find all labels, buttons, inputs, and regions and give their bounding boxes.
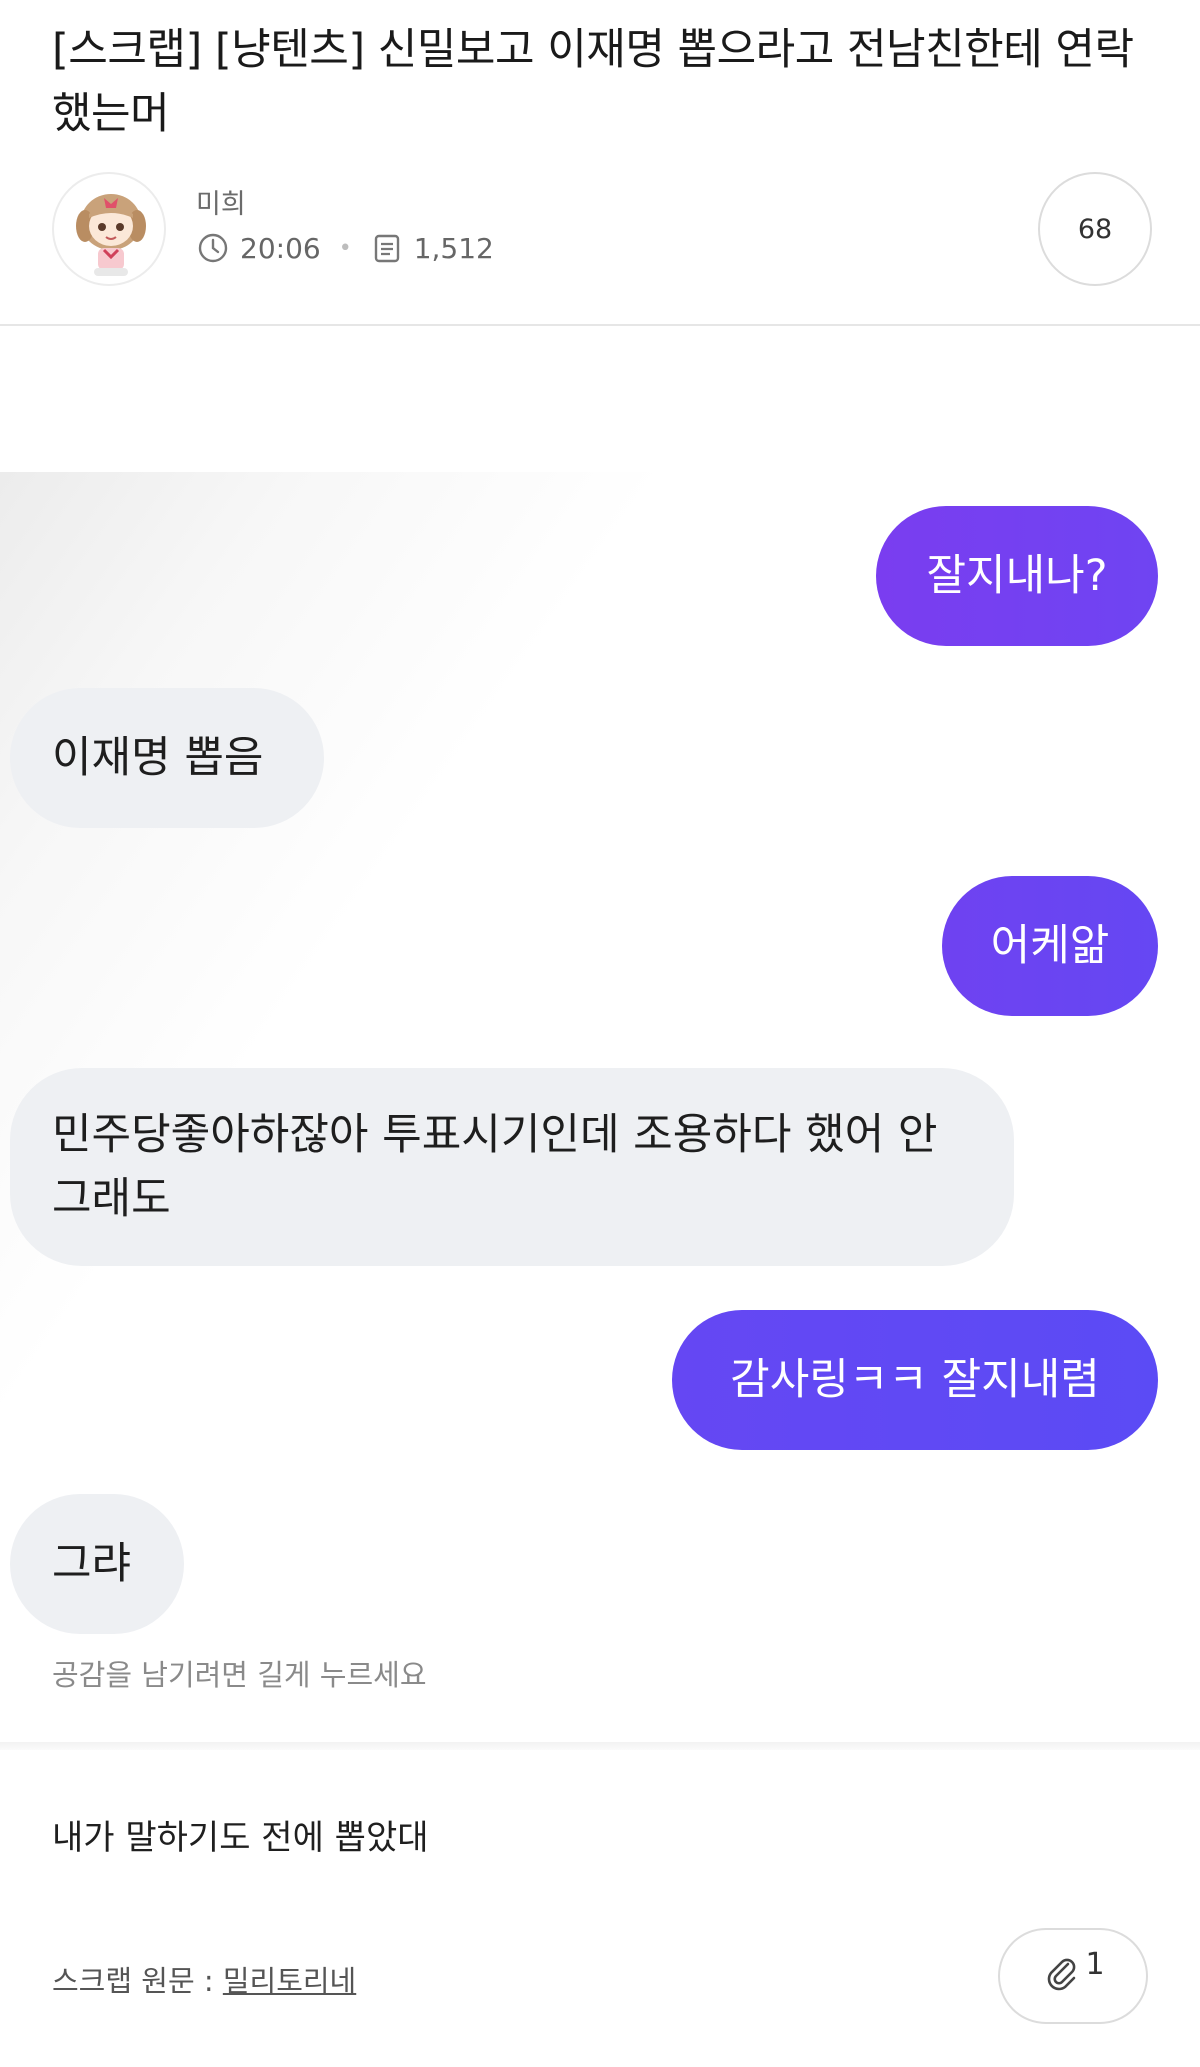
reaction-hint: 공감을 남기려면 길게 누르세요	[52, 1658, 427, 1692]
post-meta: 미희 20:06 • 1,512 68	[52, 172, 1152, 288]
chat-message-text: 이재명 뽑음	[52, 733, 264, 783]
attachment-button[interactable]: 1	[998, 1928, 1148, 2024]
post-title: [스크랩] [냥텐츠] 신밀보고 이재명 뽑으라고 전남친한테 연락했는머	[52, 25, 1134, 139]
post-stats: 20:06 • 1,512	[196, 228, 494, 268]
chat-bubble-incoming: 그랴	[10, 1494, 184, 1634]
view-count: 1,512	[413, 231, 494, 265]
chat-message-text: 잘지내나?	[926, 551, 1108, 601]
document-icon	[370, 231, 404, 265]
post-body-text: 내가 말하기도 전에 뽑았대	[52, 1818, 429, 1858]
chat-message-text: 어케앎	[990, 921, 1110, 971]
chat-message-text: 그랴	[52, 1539, 132, 1589]
chat-bubble-outgoing: 감사링ㅋㅋ 잘지내렴	[672, 1310, 1158, 1450]
comment-count-button[interactable]: 68	[1038, 172, 1152, 286]
attachment-count: 1	[1085, 1946, 1105, 1982]
content-separator	[0, 1742, 1200, 1750]
chat-message-text: 민주당좋아하잖아 투표시기인데 조용하다 했어 안그래도	[52, 1110, 938, 1224]
chat-bubble-outgoing: 잘지내나?	[876, 506, 1158, 646]
scrap-source-link[interactable]: 밀리토리네	[223, 1964, 356, 1998]
paperclip-icon	[1041, 1952, 1081, 2000]
chat-bubble-incoming: 민주당좋아하잖아 투표시기인데 조용하다 했어 안그래도	[10, 1068, 1014, 1266]
header-divider	[0, 324, 1200, 326]
scrap-source-label: 스크랩 원문 :	[52, 1964, 223, 1998]
clock-icon	[196, 231, 230, 265]
author-name[interactable]: 미희	[196, 182, 246, 221]
chat-bubble-outgoing: 어케앎	[942, 876, 1158, 1016]
chat-bubble-incoming: 이재명 뽑음	[10, 688, 324, 828]
post-time: 20:06	[240, 231, 321, 265]
scrap-source: 스크랩 원문 : 밀리토리네	[52, 1958, 356, 2000]
chat-screenshot: 잘지내나? 이재명 뽑음 어케앎 민주당좋아하잖아 투표시기인데 조용하다 했어…	[0, 472, 1200, 1730]
avatar-illustration	[76, 194, 146, 276]
author-avatar[interactable]	[52, 172, 166, 286]
separator-dot: •	[338, 235, 352, 261]
chat-message-text: 감사링ㅋㅋ 잘지내렴	[730, 1355, 1100, 1405]
